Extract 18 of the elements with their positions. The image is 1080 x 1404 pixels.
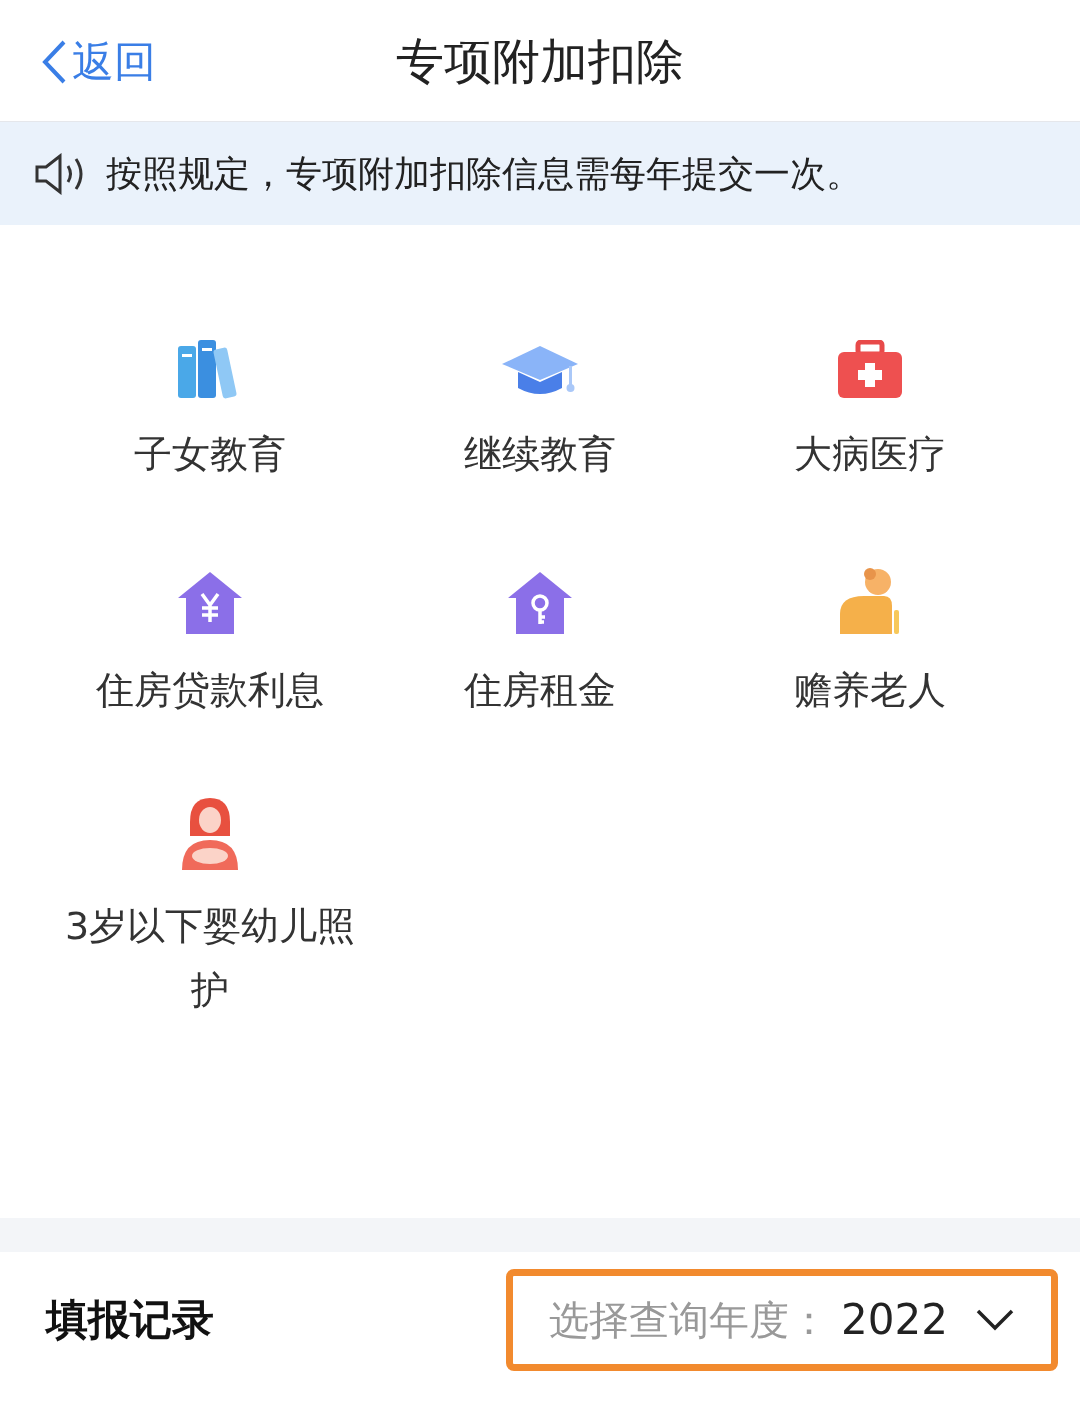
medical-kit-icon <box>836 340 904 400</box>
year-selector[interactable]: 选择查询年度： 2022 <box>506 1268 1058 1371</box>
back-button[interactable]: 返回 <box>40 30 156 93</box>
elder-person-icon <box>838 566 902 636</box>
notice-text: 按照规定，专项附加扣除信息需每年提交一次。 <box>106 151 862 196</box>
chevron-down-icon <box>975 1307 1015 1332</box>
house-key-icon <box>506 570 574 636</box>
deduction-item[interactable]: 住房租金 <box>375 556 705 722</box>
deduction-item[interactable]: 住房贷款利息 <box>45 556 375 722</box>
deduction-item[interactable]: 大病医疗 <box>705 320 1035 486</box>
deduction-item[interactable]: 3岁以下婴幼儿照护 <box>45 792 375 1022</box>
deduction-item[interactable]: 赡养老人 <box>705 556 1035 722</box>
records-title: 填报记录 <box>46 1294 214 1346</box>
deduction-item[interactable]: 继续教育 <box>375 320 705 486</box>
back-chevron-icon <box>40 38 68 85</box>
deduction-item[interactable]: 子女教育 <box>45 320 375 486</box>
house-yen-icon <box>176 570 244 636</box>
page-title: 专项附加扣除 <box>396 31 684 91</box>
